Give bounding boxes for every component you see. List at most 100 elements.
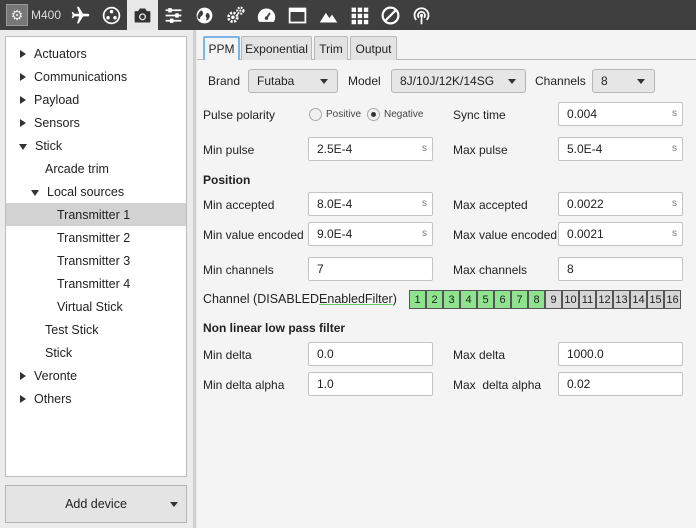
tree-item-label: Communications <box>34 69 128 84</box>
tree-item-stick-output[interactable]: Stick <box>6 341 186 364</box>
airplane-icon[interactable] <box>65 0 96 30</box>
tree-item-label: Stick <box>35 138 63 153</box>
min-pulse-value: 2.5E-4 <box>317 142 353 156</box>
tree-item-payload[interactable]: Payload <box>6 88 186 111</box>
channel-toggle-13[interactable]: 13 <box>613 290 630 309</box>
tab-trim[interactable]: Trim <box>314 36 348 60</box>
channel-toggle-4[interactable]: 4 <box>460 290 477 309</box>
min-pulse-input[interactable]: 2.5E-4 s <box>308 137 433 161</box>
panel-splitter[interactable] <box>193 30 196 528</box>
window-icon[interactable] <box>282 0 313 30</box>
tree-item-transmitter-2[interactable]: Transmitter 2 <box>6 226 186 249</box>
tree-item-sensors[interactable]: Sensors <box>6 111 186 134</box>
max-value-encoded-input[interactable]: 0.0021 s <box>558 222 683 246</box>
unit-label: s <box>672 198 677 209</box>
channels-select[interactable]: 8 <box>592 69 655 93</box>
channel-toggle-15[interactable]: 15 <box>647 290 664 309</box>
sliders-icon[interactable] <box>158 0 189 30</box>
min-channels-input[interactable]: 7 <box>308 257 433 281</box>
channel-toggle-14[interactable]: 14 <box>630 290 647 309</box>
tab-output[interactable]: Output <box>350 36 397 60</box>
positive-label: Positive <box>326 109 362 120</box>
tree-item-label: Veronte <box>34 368 78 383</box>
expand-arrow-icon[interactable] <box>20 72 26 81</box>
tab-ppm[interactable]: PPM <box>203 36 240 60</box>
tree-item-transmitter-4[interactable]: Transmitter 4 <box>6 272 186 295</box>
mountain-icon[interactable] <box>313 0 344 30</box>
expand-arrow-icon[interactable] <box>20 95 26 104</box>
tree-item-local-sources[interactable]: Local sources <box>6 180 186 203</box>
disabled-icon[interactable] <box>375 0 406 30</box>
tree-item-stick[interactable]: Stick <box>6 134 186 157</box>
tree-item-label: Transmitter 2 <box>57 230 131 245</box>
tree-item-actuators[interactable]: Actuators <box>6 42 186 65</box>
max-pulse-input[interactable]: 5.0E-4 s <box>558 137 683 161</box>
min-channels-label: Min channels <box>203 263 274 277</box>
unit-label: s <box>672 143 677 154</box>
tab-label: Trim <box>319 41 343 56</box>
position-heading: Position <box>203 173 251 187</box>
min-delta-alpha-input[interactable]: 1.0 <box>308 372 433 396</box>
tree-item-communications[interactable]: Communications <box>6 65 186 88</box>
tree-item-transmitter-1[interactable]: Transmitter 1 <box>6 203 186 226</box>
joystick-icon[interactable] <box>96 0 127 30</box>
sync-time-input[interactable]: 0.004 s <box>558 102 683 126</box>
channel-toggle-6[interactable]: 6 <box>494 290 511 309</box>
add-device-button[interactable]: Add device <box>5 485 187 523</box>
channel-toggle-9[interactable]: 9 <box>545 290 562 309</box>
positive-radio[interactable]: Positive <box>309 108 361 121</box>
tree-item-virtual-stick[interactable]: Virtual Stick <box>6 295 186 318</box>
gears-icon[interactable] <box>220 0 251 30</box>
channel-toggle-1[interactable]: 1 <box>409 290 426 309</box>
tree-item-label: Transmitter 1 <box>57 207 131 222</box>
max-delta-input[interactable]: 1000.0 <box>558 342 683 366</box>
max-delta-alpha-label: Max delta alpha <box>453 378 542 392</box>
brand-select[interactable]: Futaba <box>248 69 338 93</box>
expand-arrow-icon[interactable] <box>20 371 26 380</box>
channel-toggle-7[interactable]: 7 <box>511 290 528 309</box>
collapse-arrow-icon[interactable] <box>31 189 39 196</box>
channel-toggle-5[interactable]: 5 <box>477 290 494 309</box>
channel-toggle-2[interactable]: 2 <box>426 290 443 309</box>
expand-arrow-icon[interactable] <box>20 49 26 58</box>
channel-toggle-16[interactable]: 16 <box>664 290 681 309</box>
tree-item-label: Local sources <box>47 184 125 199</box>
tab-bar: PPM Exponential Trim Output <box>197 30 696 60</box>
globe-icon[interactable] <box>189 0 220 30</box>
sync-time-value: 0.004 <box>567 107 598 121</box>
max-accepted-input[interactable]: 0.0022 s <box>558 192 683 216</box>
tab-label: PPM <box>208 42 235 56</box>
min-value-encoded-value: 9.0E-4 <box>317 227 353 241</box>
tree-item-label: Others <box>34 391 72 406</box>
device-selector[interactable]: ⚙ M400 <box>0 0 65 30</box>
min-accepted-input[interactable]: 8.0E-4 s <box>308 192 433 216</box>
max-value-encoded-value: 0.0021 <box>567 227 604 241</box>
expand-arrow-icon[interactable] <box>20 394 26 403</box>
gauge-icon[interactable] <box>251 0 282 30</box>
dropdown-caret-icon[interactable] <box>170 502 178 507</box>
min-delta-alpha-label: Min delta alpha <box>203 378 285 392</box>
max-delta-alpha-input[interactable]: 0.02 <box>558 372 683 396</box>
channel-toggle-11[interactable]: 11 <box>579 290 596 309</box>
tree-item-arcade-trim[interactable]: Arcade trim <box>6 157 186 180</box>
tree-item-test-stick[interactable]: Test Stick <box>6 318 186 341</box>
channel-toggle-8[interactable]: 8 <box>528 290 545 309</box>
min-delta-label: Min delta <box>203 348 252 362</box>
model-select[interactable]: 8J/10J/12K/14SG <box>391 69 526 93</box>
tab-exponential[interactable]: Exponential <box>241 36 312 60</box>
expand-arrow-icon[interactable] <box>20 118 26 127</box>
tree-item-others[interactable]: Others <box>6 387 186 410</box>
min-value-encoded-input[interactable]: 9.0E-4 s <box>308 222 433 246</box>
channel-toggle-3[interactable]: 3 <box>443 290 460 309</box>
channel-toggle-10[interactable]: 10 <box>562 290 579 309</box>
collapse-arrow-icon[interactable] <box>19 143 27 150</box>
max-channels-input[interactable]: 8 <box>558 257 683 281</box>
camera-icon[interactable] <box>127 0 159 30</box>
min-delta-input[interactable]: 0.0 <box>308 342 433 366</box>
channel-toggle-12[interactable]: 12 <box>596 290 613 309</box>
tree-item-veronte[interactable]: Veronte <box>6 364 186 387</box>
negative-radio[interactable]: Negative <box>367 108 423 121</box>
tree-item-transmitter-3[interactable]: Transmitter 3 <box>6 249 186 272</box>
grid-icon[interactable] <box>344 0 375 30</box>
broadcast-icon[interactable] <box>406 0 437 30</box>
